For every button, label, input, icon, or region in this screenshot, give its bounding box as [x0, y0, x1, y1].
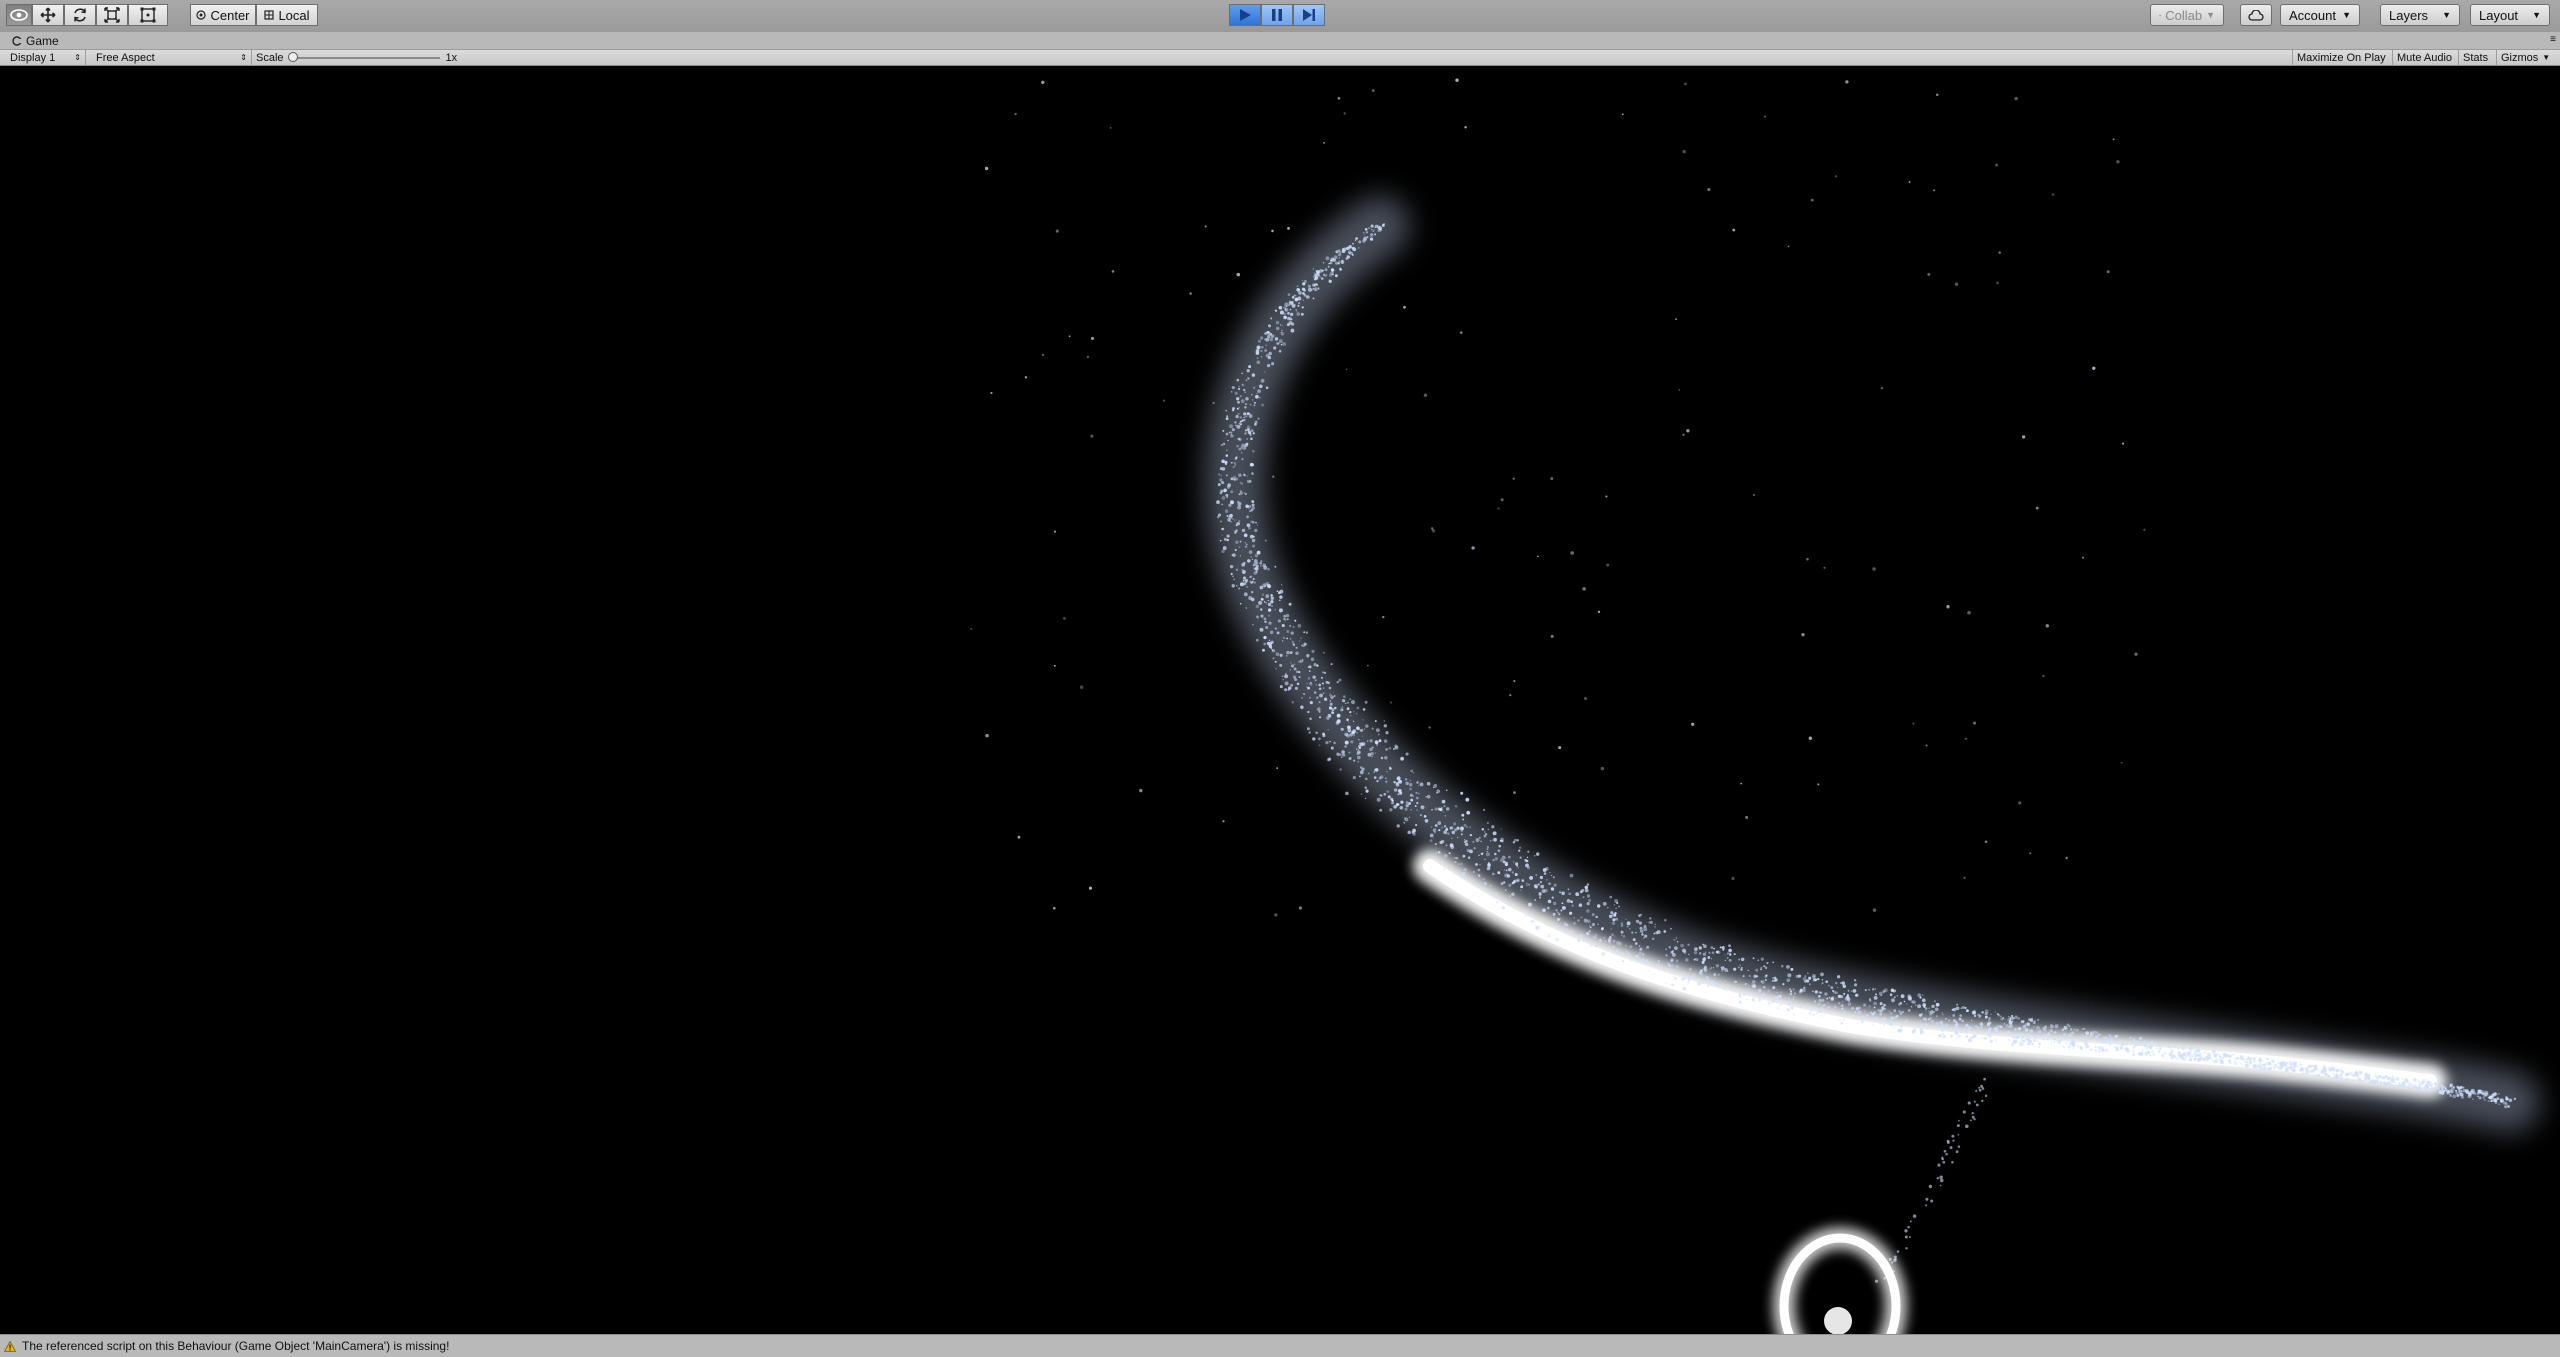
pause-icon: [1272, 9, 1282, 21]
chevron-down-icon: ▼: [2442, 10, 2451, 20]
warning-icon: [4, 1340, 16, 1352]
pivot-rotation-button[interactable]: Local: [256, 4, 318, 26]
stats-label: Stats: [2463, 51, 2489, 64]
display-label: Display 1: [10, 51, 56, 64]
collab-label: Collab: [2165, 7, 2203, 23]
pivot-center-icon: [196, 10, 207, 20]
display-select[interactable]: Display 1 ⇕: [6, 50, 86, 65]
rotate-icon: [74, 8, 86, 22]
layout-label: Layout: [2479, 7, 2519, 23]
mute-audio-toggle[interactable]: Mute Audio: [2392, 50, 2458, 65]
eye-icon: [10, 9, 28, 21]
status-bar[interactable]: The referenced script on this Behaviour …: [0, 1334, 2560, 1357]
cloud-button[interactable]: [2240, 4, 2272, 26]
window-menu-icon[interactable]: ≡: [2550, 34, 2556, 45]
collab-icon: [2159, 14, 2162, 16]
mute-audio-label: Mute Audio: [2397, 51, 2453, 64]
game-tab-bar: Game ≡: [0, 32, 2560, 50]
pivot-mode-label: Center: [210, 7, 250, 23]
game-view-toolbar: Display 1 ⇕ Free Aspect ⇕ Scale 1x Maxim…: [0, 50, 2560, 66]
step-button[interactable]: [1293, 4, 1325, 26]
local-rotation-icon: [264, 10, 275, 20]
particle-ring: [1773, 1227, 1907, 1334]
maximize-on-play-label: Maximize On Play: [2297, 51, 2386, 64]
pause-button[interactable]: [1261, 4, 1293, 26]
scale-slider-knob[interactable]: [287, 51, 298, 62]
particle-cloud: [970, 78, 2517, 1283]
game-controller-icon: [12, 36, 22, 46]
scale-value: 1x: [445, 51, 458, 64]
scale-control: Scale 1x: [256, 50, 457, 65]
game-viewport[interactable]: [0, 66, 2560, 1334]
collab-dropdown[interactable]: Collab ▼: [2150, 4, 2224, 26]
play-icon: [1240, 9, 1251, 21]
cloud-icon: [2248, 9, 2264, 21]
stats-toggle[interactable]: Stats: [2458, 50, 2496, 65]
layout-dropdown[interactable]: Layout ▼: [2470, 4, 2550, 26]
pivot-mode-button[interactable]: Center: [190, 4, 256, 26]
up-down-arrow-icon: ⇕: [74, 53, 81, 62]
up-down-arrow-icon: ⇕: [240, 53, 247, 62]
move-tool-button[interactable]: [32, 4, 64, 26]
pivot-rotation-label: Local: [278, 7, 310, 23]
rect-tool-button[interactable]: [128, 4, 168, 26]
scale-label: Scale: [256, 51, 284, 64]
step-icon: [1303, 9, 1315, 21]
status-message: The referenced script on this Behaviour …: [22, 1339, 450, 1353]
gizmos-dropdown[interactable]: Gizmos ▼: [2496, 50, 2560, 65]
layers-label: Layers: [2389, 7, 2429, 23]
play-button[interactable]: [1229, 4, 1261, 26]
scale-slider[interactable]: [287, 51, 440, 62]
maximize-on-play-toggle[interactable]: Maximize On Play: [2292, 50, 2392, 65]
aspect-label: Free Aspect: [96, 51, 155, 64]
layers-dropdown[interactable]: Layers ▼: [2380, 4, 2460, 26]
account-dropdown[interactable]: Account ▼: [2280, 4, 2360, 26]
move-icon: [40, 7, 56, 23]
view-tool-button[interactable]: [6, 4, 32, 26]
scale-icon: [104, 7, 120, 23]
tab-game-label: Game: [26, 34, 59, 48]
scale-tool-button[interactable]: [96, 4, 128, 26]
tab-game[interactable]: Game: [4, 33, 67, 49]
main-toolbar: Center Local Collab ▼ Account ▼ Layers ▼…: [0, 0, 2560, 33]
rotate-tool-button[interactable]: [64, 4, 96, 26]
chevron-down-icon: ▼: [2532, 10, 2541, 20]
gizmos-label: Gizmos: [2501, 51, 2539, 64]
chevron-down-icon: ▼: [2342, 10, 2351, 20]
aspect-select[interactable]: Free Aspect ⇕: [92, 50, 252, 65]
particle-scene: [970, 78, 2540, 1334]
particle-trail-glow: [1205, 196, 2540, 1132]
account-label: Account: [2289, 7, 2336, 23]
chevron-down-icon: ▼: [2542, 53, 2551, 62]
chevron-down-icon: ▼: [2206, 10, 2215, 20]
rect-transform-icon: [140, 7, 156, 23]
